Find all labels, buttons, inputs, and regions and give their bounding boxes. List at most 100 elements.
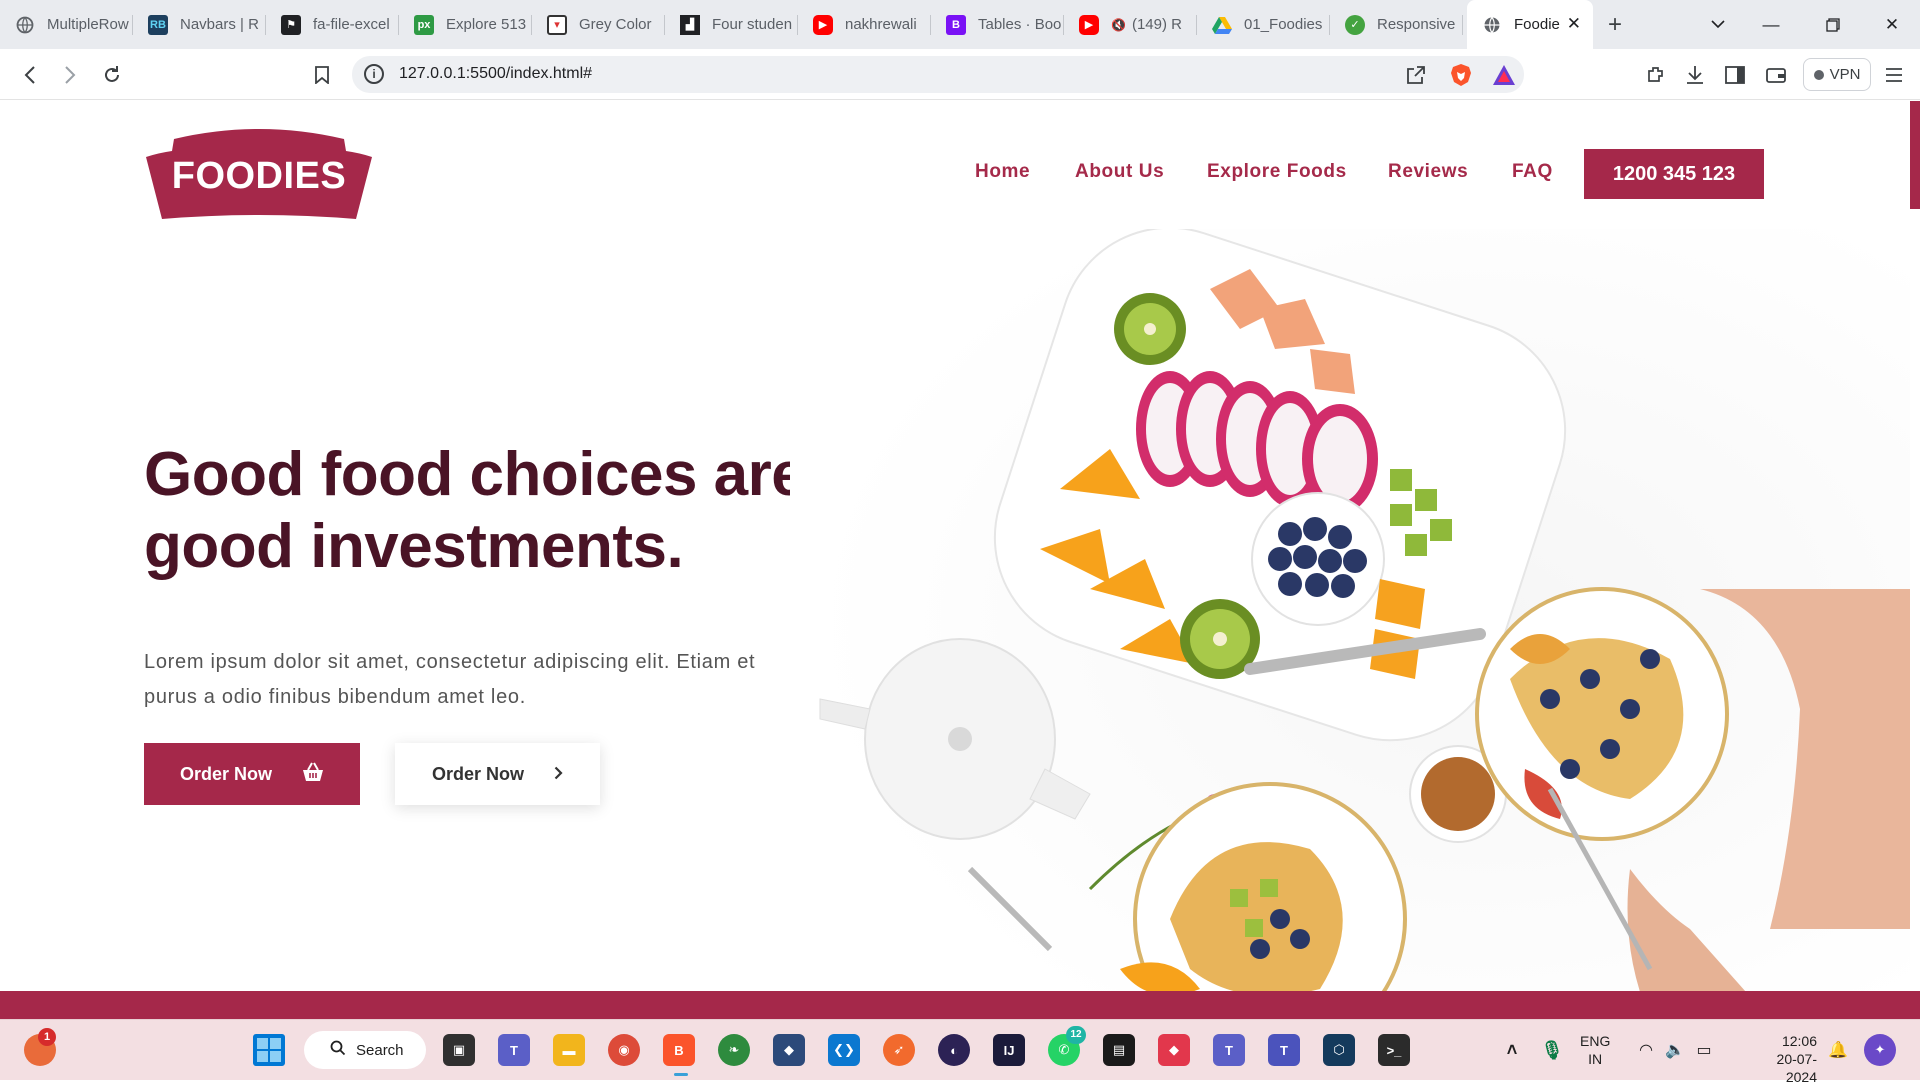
speaker-muted-icon[interactable]: 🔈 — [1659, 1034, 1691, 1066]
eclipse-icon[interactable]: ◐ — [938, 1034, 970, 1066]
tab-10[interactable]: ✓ Responsive — [1330, 0, 1463, 49]
hero-description: Lorem ipsum dolor sit amet, consectetur … — [144, 645, 824, 715]
tab-title: nakhrewali — [845, 16, 917, 33]
globe-icon — [1482, 15, 1502, 35]
site-info-icon[interactable]: i — [364, 64, 384, 84]
tab-title: 01_Foodies — [1244, 16, 1323, 33]
minimize-icon[interactable]: — — [1743, 0, 1799, 49]
command-prompt-icon[interactable]: >_ — [1378, 1034, 1410, 1066]
tab-1[interactable]: RB Navbars | R — [133, 0, 266, 49]
tab-5[interactable]: ▟ Four studen — [665, 0, 798, 49]
tab-9[interactable]: 01_Foodies — [1197, 0, 1330, 49]
bookmark-icon[interactable] — [308, 61, 336, 89]
close-tab-icon[interactable]: ✕ — [1567, 14, 1581, 34]
tab-0[interactable]: MultipleRow — [0, 0, 133, 49]
whatsapp-icon[interactable]: ✆ 12 — [1048, 1026, 1086, 1066]
scrollbar-thumb[interactable] — [1910, 101, 1920, 209]
flag-icon: ⚑ — [281, 14, 301, 35]
language-line: ENG — [1580, 1033, 1611, 1049]
phone-button[interactable]: 1200 345 123 — [1584, 149, 1764, 199]
search-icon — [330, 1040, 346, 1060]
language-indicator[interactable]: ENG IN — [1580, 1032, 1610, 1068]
tab-title: Responsive — [1377, 16, 1456, 33]
tab-title: Navbars | R — [180, 16, 259, 33]
youtube-icon: ▶ — [813, 14, 833, 35]
youtube-icon: ▶ — [1079, 14, 1099, 35]
download-icon[interactable] — [1681, 61, 1709, 89]
brave-rewards-icon[interactable] — [1490, 61, 1518, 89]
pancake-plate — [1475, 587, 1729, 841]
blocks-icon: ▟ — [680, 14, 700, 35]
tab-2[interactable]: ⚑ fa-file-excel — [266, 0, 399, 49]
brave-icon[interactable]: B — [663, 1034, 695, 1066]
microphone-icon[interactable]: 🎙 — [1536, 1034, 1568, 1066]
tray-chevron-icon[interactable]: ˄ — [1496, 1034, 1528, 1066]
anydesk-icon[interactable]: ◆ — [1158, 1034, 1190, 1066]
active-app-indicator — [674, 1073, 688, 1076]
order-now-label: Order Now — [179, 763, 272, 784]
app-icon[interactable]: ⬡ — [1323, 1034, 1355, 1066]
share-icon[interactable] — [1402, 61, 1430, 89]
teams-new-icon[interactable]: T — [1213, 1034, 1245, 1066]
vpn-button[interactable]: VPN — [1803, 58, 1871, 91]
reload-icon[interactable] — [98, 61, 126, 89]
restore-icon[interactable] — [1805, 0, 1861, 49]
chevron-right-icon — [554, 764, 563, 785]
start-icon[interactable] — [253, 1034, 285, 1066]
sidebar-icon[interactable] — [1721, 61, 1749, 89]
nav-explore-foods[interactable]: Explore Foods — [1207, 161, 1347, 183]
wallet-icon[interactable] — [1762, 61, 1790, 89]
mysql-workbench-icon[interactable]: ◆ — [773, 1034, 805, 1066]
muted-speaker-icon[interactable]: 🔇 — [1111, 18, 1126, 32]
terminal-app-icon[interactable]: ▤ — [1103, 1034, 1135, 1066]
px-icon: px — [414, 14, 434, 35]
close-window-icon[interactable]: ✕ — [1864, 0, 1920, 49]
teams-icon[interactable]: T — [498, 1034, 530, 1066]
foodies-logo[interactable]: FOODIES — [146, 127, 372, 221]
nav-reviews[interactable]: Reviews — [1388, 161, 1468, 183]
intellij-icon[interactable]: IJ — [993, 1034, 1025, 1066]
battery-icon[interactable]: ▭ — [1688, 1034, 1720, 1066]
copilot-icon[interactable]: ✦ — [1864, 1034, 1896, 1066]
nav-faq[interactable]: FAQ — [1512, 161, 1553, 183]
tab-4[interactable]: ▾ Grey Color — [532, 0, 665, 49]
spring-icon[interactable]: ❧ — [718, 1034, 750, 1066]
nav-home[interactable]: Home — [975, 161, 1030, 183]
brave-shields-icon[interactable] — [1447, 61, 1475, 89]
vscode-icon[interactable]: ❮❯ — [828, 1034, 860, 1066]
hero-description-line: Lorem ipsum dolor sit amet, consectetur … — [144, 651, 756, 673]
shopping-basket-icon — [302, 762, 324, 787]
chrome-icon[interactable]: ◉ — [608, 1034, 640, 1066]
tab-title: Tables · Boo — [978, 16, 1062, 33]
file-explorer-icon[interactable]: ▬ — [553, 1034, 585, 1066]
taskbar-search[interactable]: Search — [304, 1031, 426, 1069]
tab-3[interactable]: px Explore 513 — [399, 0, 532, 49]
forward-icon[interactable] — [56, 61, 84, 89]
tab-active[interactable]: Foodie ✕ — [1467, 0, 1593, 49]
tab-7[interactable]: B Tables · Boo — [931, 0, 1064, 49]
postman-icon[interactable]: ➶ — [883, 1034, 915, 1066]
url-text: 127.0.0.1:5500/index.html# — [399, 65, 593, 82]
tab-6[interactable]: ▶ nakhrewali — [798, 0, 931, 49]
nav-about-us[interactable]: About Us — [1075, 161, 1164, 183]
leaf-icon: ✓ — [1345, 14, 1365, 35]
tab-title: fa-file-excel — [313, 16, 390, 33]
clock[interactable]: 12:06 20-07-2024 — [1752, 1032, 1817, 1086]
menu-icon[interactable] — [1880, 61, 1908, 89]
teams-classic-icon[interactable]: T — [1268, 1034, 1300, 1066]
task-view-icon[interactable]: ▣ — [443, 1034, 475, 1066]
order-now-secondary-button[interactable]: Order Now — [395, 743, 600, 805]
hero-title-line: Good food choices are — [144, 440, 806, 509]
tab-8[interactable]: ▶ 🔇 (149) R — [1064, 0, 1197, 49]
order-now-primary-button[interactable]: Order Now — [144, 743, 360, 805]
widgets-icon[interactable]: 1 — [24, 1028, 56, 1066]
wifi-icon[interactable]: ◠ — [1630, 1034, 1662, 1066]
new-tab-icon[interactable]: + — [1593, 11, 1637, 39]
notification-badge: 1 — [38, 1028, 56, 1046]
back-icon[interactable] — [16, 61, 44, 89]
extensions-icon[interactable] — [1642, 61, 1670, 89]
notification-bell-icon[interactable]: 🔔 — [1822, 1034, 1854, 1066]
web-page: FOODIES Home About Us Explore Foods Revi… — [0, 101, 1920, 1019]
address-bar[interactable]: i 127.0.0.1:5500/index.html# — [352, 56, 1524, 93]
tab-search-icon[interactable] — [1690, 0, 1746, 49]
